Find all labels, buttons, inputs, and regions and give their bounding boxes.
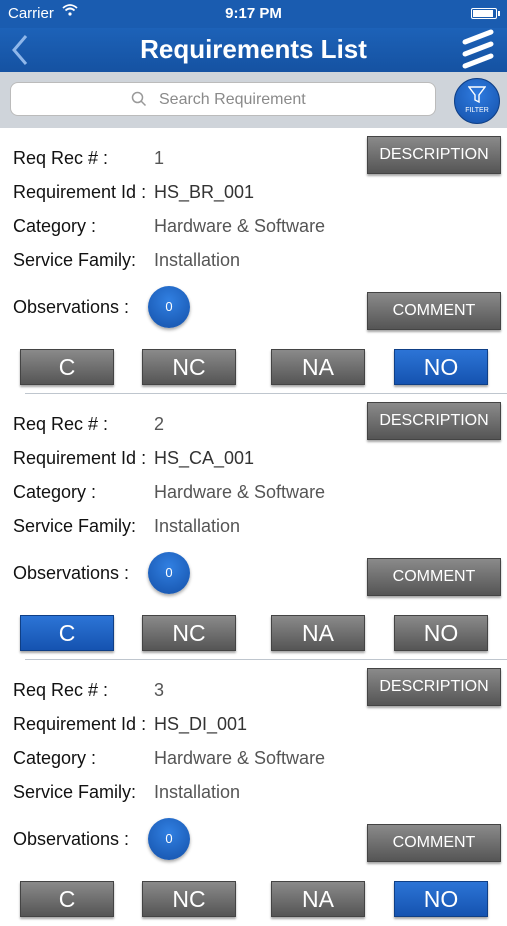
option-c-button[interactable]: C xyxy=(20,881,114,917)
observations-label: Observations : xyxy=(13,829,130,849)
category-value: Hardware & Software xyxy=(154,216,326,236)
option-no-button[interactable]: NO xyxy=(394,615,488,651)
option-nc-button[interactable]: NC xyxy=(142,349,236,385)
service-family-label: Service Family: xyxy=(13,782,137,802)
observations-count-badge[interactable]: 0 xyxy=(148,818,190,860)
description-button[interactable]: DESCRIPTION xyxy=(367,668,501,706)
nav-bar: Requirements List xyxy=(0,28,507,73)
option-na-button[interactable]: NA xyxy=(271,881,365,917)
filter-label: FILTER xyxy=(465,107,489,114)
option-na-button[interactable]: NA xyxy=(271,349,365,385)
requirement-id-value: HS_BR_001 xyxy=(154,182,255,202)
battery-icon xyxy=(471,8,500,19)
requirement-id-label: Requirement Id : xyxy=(13,182,147,202)
category-value: Hardware & Software xyxy=(154,748,326,768)
clock: 9:17 PM xyxy=(225,5,282,22)
requirement-id-value: HS_CA_001 xyxy=(154,448,255,468)
service-family-value: Installation xyxy=(154,250,241,270)
option-no-button[interactable]: NO xyxy=(394,881,488,917)
requirement-id-label: Requirement Id : xyxy=(13,448,147,468)
category-label: Category : xyxy=(13,216,97,236)
search-bar: FILTER xyxy=(0,72,507,128)
category-label: Category : xyxy=(13,748,97,768)
ericsson-logo-icon xyxy=(461,28,497,72)
filter-funnel-icon xyxy=(468,86,486,104)
req-rec-value: 2 xyxy=(154,414,165,434)
description-button[interactable]: DESCRIPTION xyxy=(367,402,501,440)
observations-count-badge[interactable]: 0 xyxy=(148,552,190,594)
search-input[interactable] xyxy=(157,88,421,112)
option-nc-button[interactable]: NC xyxy=(142,881,236,917)
service-family-value: Installation xyxy=(154,516,241,536)
req-rec-label: Req Rec # : xyxy=(13,148,109,168)
requirement-id-value: HS_DI_001 xyxy=(154,714,248,734)
filter-button[interactable]: FILTER xyxy=(454,78,500,124)
option-no-button[interactable]: NO xyxy=(394,349,488,385)
category-label: Category : xyxy=(13,482,97,502)
description-button[interactable]: DESCRIPTION xyxy=(367,136,501,174)
observations-count-badge[interactable]: 0 xyxy=(148,286,190,328)
search-icon xyxy=(131,91,147,107)
category-value: Hardware & Software xyxy=(154,482,326,502)
option-nc-button[interactable]: NC xyxy=(142,615,236,651)
req-rec-label: Req Rec # : xyxy=(13,414,109,434)
option-c-button[interactable]: C xyxy=(20,349,114,385)
observations-label: Observations : xyxy=(13,297,130,317)
requirement-id-label: Requirement Id : xyxy=(13,714,147,734)
option-c-button[interactable]: C xyxy=(20,615,114,651)
page-title: Requirements List xyxy=(140,34,367,64)
req-rec-value: 1 xyxy=(154,148,165,168)
requirement-record: Req Rec # : 3 DESCRIPTION Requirement Id… xyxy=(0,660,507,926)
requirement-record: Req Rec # : 2 DESCRIPTION Requirement Id… xyxy=(0,394,507,660)
req-rec-label: Req Rec # : xyxy=(13,680,109,700)
req-rec-value: 3 xyxy=(154,680,165,700)
search-box[interactable] xyxy=(10,82,436,116)
observations-label: Observations : xyxy=(13,563,130,583)
requirement-record: Req Rec # : 1 DESCRIPTION Requirement Id… xyxy=(0,128,507,394)
option-na-button[interactable]: NA xyxy=(271,615,365,651)
service-family-label: Service Family: xyxy=(13,516,137,536)
status-bar: Carrier 9:17 PM xyxy=(0,0,507,28)
service-family-value: Installation xyxy=(154,782,241,802)
service-family-label: Service Family: xyxy=(13,250,137,270)
comment-button[interactable]: COMMENT xyxy=(367,292,501,330)
comment-button[interactable]: COMMENT xyxy=(367,824,501,862)
comment-button[interactable]: COMMENT xyxy=(367,558,501,596)
